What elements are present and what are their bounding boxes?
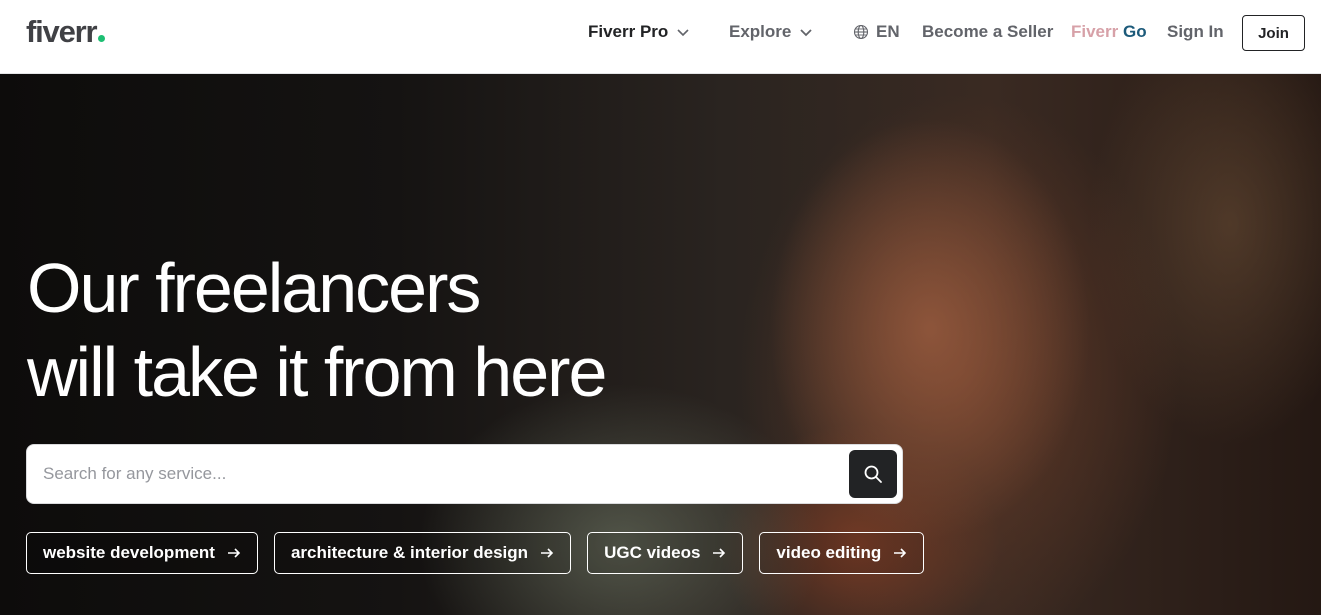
join-button[interactable]: Join <box>1242 15 1305 51</box>
arrow-right-icon <box>227 548 241 558</box>
search-input[interactable] <box>43 445 843 503</box>
search-icon <box>864 465 882 483</box>
nav-fiverr-go-brand: Fiverr <box>1071 22 1119 41</box>
nav-fiverr-pro[interactable]: Fiverr Pro <box>588 0 690 64</box>
logo-dot <box>98 35 106 42</box>
hero-title-line-1: Our freelancers <box>27 249 481 327</box>
chip-ugc-videos[interactable]: UGC videos <box>587 532 744 574</box>
nav-explore-label: Explore <box>729 22 792 41</box>
search-bar <box>26 444 903 504</box>
nav-language[interactable]: EN <box>853 0 900 64</box>
nav-explore[interactable]: Explore <box>729 0 813 64</box>
chip-architecture-interior-design[interactable]: architecture & interior design <box>273 532 572 574</box>
nav-become-seller-label: Become a Seller <box>922 22 1054 41</box>
arrow-right-icon <box>894 548 907 558</box>
nav-become-seller[interactable]: Become a Seller <box>922 0 1053 64</box>
chip-label: video editing <box>776 543 882 562</box>
chip-label: architecture & interior design <box>290 543 529 562</box>
chip-website-development[interactable]: website development <box>26 532 258 574</box>
hero-title: Our freelancers will take it from here <box>27 246 607 414</box>
logo-text: fiverr <box>26 14 98 49</box>
nav-sign-in[interactable]: Sign In <box>1167 0 1224 64</box>
fiverr-logo[interactable]: fiverr <box>26 14 106 50</box>
hero-section: Our freelancers will take it from here w… <box>0 74 1321 615</box>
nav-fiverr-go-suffix: Go <box>1118 22 1147 41</box>
search-button[interactable] <box>849 450 897 498</box>
site-header: fiverr Fiverr Pro Explore EN Become a Se… <box>0 0 1321 74</box>
chip-label: UGC videos <box>604 543 701 562</box>
hero-title-line-2: will take it from here <box>27 333 607 411</box>
nav-fiverr-pro-label: Fiverr Pro <box>588 22 669 41</box>
popular-search-chips: website development architecture & inter… <box>26 532 925 574</box>
nav-fiverr-go[interactable]: Fiverr Go <box>1071 0 1147 64</box>
chip-label: website development <box>43 543 215 562</box>
chip-video-editing[interactable]: video editing <box>759 532 925 574</box>
nav-language-label: EN <box>876 22 900 41</box>
nav-sign-in-label: Sign In <box>1167 22 1224 41</box>
chevron-down-icon <box>800 29 812 37</box>
chevron-down-icon <box>677 29 689 37</box>
arrow-right-icon <box>713 548 726 558</box>
globe-icon <box>853 24 869 40</box>
arrow-right-icon <box>541 548 554 558</box>
